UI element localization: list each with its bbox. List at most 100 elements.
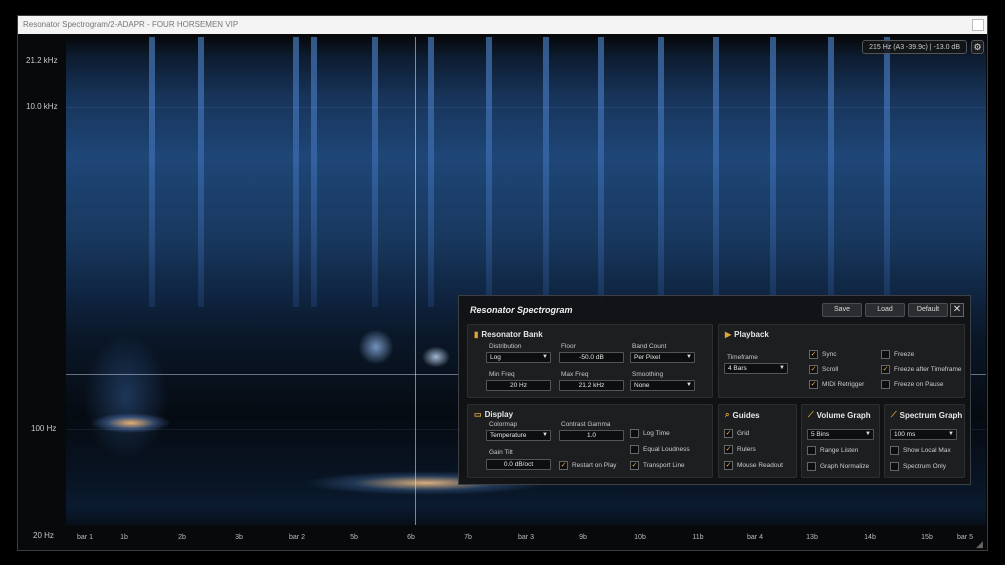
spectrum-only-checkbox[interactable]: Spectrum Only: [890, 461, 946, 471]
x-tick-label: bar 4: [747, 534, 763, 541]
bars-icon: ▮: [474, 330, 479, 339]
onset-streak: [543, 37, 549, 307]
window-close-button[interactable]: [972, 19, 984, 31]
check-icon: ✓: [809, 349, 818, 359]
settings-panel: Resonator Spectrogram Save Load Default …: [458, 295, 971, 485]
colormap-label: Colormap: [489, 421, 518, 428]
y-tick-label: 20 Hz: [33, 531, 54, 540]
x-tick-label: 3b: [235, 534, 243, 541]
graph-icon: ⟋: [891, 410, 897, 419]
chevron-down-icon: ▼: [865, 431, 871, 437]
floor-label: Floor: [561, 343, 576, 350]
distribution-select[interactable]: Log ▼: [486, 352, 551, 363]
onset-streak: [293, 37, 299, 307]
graph-normalize-checkbox[interactable]: Graph Normalize: [807, 461, 869, 471]
check-icon: ✓: [559, 460, 568, 470]
panel-close-button[interactable]: ✕: [950, 303, 964, 317]
x-tick-label: 13b: [806, 534, 818, 541]
resonator-bank-section: ▮ Resonator Bank Distribution Log ▼ Floor …: [467, 324, 713, 398]
chevron-down-icon: ▼: [779, 365, 785, 371]
resize-grip-icon[interactable]: ◢: [976, 539, 986, 549]
onset-streak: [198, 37, 204, 307]
band-count-select[interactable]: Per Pixel ▼: [630, 352, 695, 363]
freeze-on-pause-checkbox[interactable]: Freeze on Pause: [881, 379, 944, 389]
midi-retrigger-checkbox[interactable]: ✓ MIDI Retrigger: [809, 379, 864, 389]
max-freq-label: Max Freq: [561, 371, 589, 378]
graph-icon: ⟋: [808, 410, 814, 419]
x-tick-label: 6b: [407, 534, 415, 541]
onset-streak: [311, 37, 317, 307]
volume-graph-section: ⟋ Volume Graph 5 Bins ▼ Range Listen Graph…: [801, 404, 880, 478]
onset-streak: [149, 37, 155, 307]
grid-line: [66, 107, 986, 108]
gain-tilt-input[interactable]: 0.0 dB/oct: [486, 459, 551, 470]
x-tick-label: 5b: [350, 534, 358, 541]
chevron-down-icon: ▼: [542, 432, 548, 438]
check-icon: ✓: [630, 460, 639, 470]
display-section: ▭ Display Colormap Temperature ▼ Contrast …: [467, 404, 713, 478]
x-tick-label: 15b: [921, 534, 933, 541]
range-listen-checkbox[interactable]: Range Listen: [807, 445, 858, 455]
y-tick-label: 100 Hz: [31, 424, 57, 433]
x-tick-label: 7b: [464, 534, 472, 541]
contrast-gamma-input[interactable]: 1.0: [559, 430, 624, 441]
restart-on-play-checkbox[interactable]: ✓ Restart on Play: [559, 460, 616, 470]
y-tick-label: 10.0 kHz: [26, 102, 58, 111]
spectrum-time-select[interactable]: 100 ms ▼: [890, 429, 957, 440]
save-button[interactable]: Save: [822, 303, 862, 317]
settings-gear-button[interactable]: ⚙: [971, 40, 984, 54]
y-tick-label: 21.2 kHz: [26, 56, 58, 65]
play-icon: ▶: [725, 330, 732, 339]
transport-line: [415, 37, 416, 525]
x-tick-label: 10b: [634, 534, 646, 541]
section-title: ▭ Display: [474, 410, 514, 419]
gear-icon: ⚙: [973, 42, 982, 52]
section-title: ▶ Playback: [725, 330, 769, 339]
log-time-checkbox[interactable]: Log Time: [630, 428, 670, 438]
chevron-down-icon: ▼: [686, 354, 692, 360]
volume-bins-select[interactable]: 5 Bins ▼: [807, 429, 874, 440]
onset-streak: [713, 37, 719, 307]
guides-section: ⌕ Guides ✓ Grid ✓ Rulers ✓ Mouse Readout: [718, 404, 797, 478]
check-icon: ✓: [724, 428, 733, 438]
section-title: ⟋ Volume Graph: [808, 410, 871, 420]
timeframe-label: Timeframe: [727, 354, 758, 361]
min-freq-input[interactable]: 20 Hz: [486, 380, 551, 391]
smoothing-select[interactable]: None ▼: [630, 380, 695, 391]
equal-loudness-checkbox[interactable]: Equal Loudness: [630, 444, 690, 454]
onset-streak: [770, 37, 776, 307]
check-icon: ✓: [724, 460, 733, 470]
check-icon: ✓: [881, 364, 890, 374]
onset-streak: [598, 37, 604, 307]
gain-tilt-label: Gain Tilt: [489, 449, 513, 456]
mouse-readout: 215 Hz (A3 -39.9c) | -13.0 dB: [862, 40, 967, 54]
max-freq-input[interactable]: 21.2 kHz: [559, 380, 624, 391]
transport-line-checkbox[interactable]: ✓ Transport Line: [630, 460, 685, 470]
onset-streak: [658, 37, 664, 307]
window-title: Resonator Spectrogram/2-ADAPR - FOUR HOR…: [23, 20, 239, 29]
search-icon: ⌕: [725, 410, 730, 419]
show-local-max-checkbox[interactable]: Show Local Max: [890, 445, 951, 455]
min-freq-label: Min Freq: [489, 371, 515, 378]
title-bar[interactable]: Resonator Spectrogram/2-ADAPR - FOUR HOR…: [18, 16, 987, 34]
freeze-checkbox[interactable]: Freeze: [881, 349, 914, 359]
smoothing-label: Smoothing: [632, 371, 664, 378]
rulers-checkbox[interactable]: ✓ Rulers: [724, 444, 756, 454]
contrast-gamma-label: Contrast Gamma: [561, 421, 611, 428]
freeze-after-timeframe-checkbox[interactable]: ✓ Freeze after Timeframe: [881, 364, 962, 374]
x-tick-label: bar 5: [957, 534, 973, 541]
chevron-down-icon: ▼: [948, 431, 954, 437]
load-button[interactable]: Load: [865, 303, 905, 317]
onset-streak: [486, 37, 492, 307]
colormap-select[interactable]: Temperature ▼: [486, 430, 551, 441]
x-tick-label: bar 1: [77, 534, 93, 541]
scroll-checkbox[interactable]: ✓ Scroll: [809, 364, 838, 374]
timeframe-select[interactable]: 4 Bars ▼: [724, 363, 788, 374]
x-tick-label: 9b: [579, 534, 587, 541]
mouse-readout-checkbox[interactable]: ✓ Mouse Readout: [724, 460, 783, 470]
sync-checkbox[interactable]: ✓ Sync: [809, 349, 836, 359]
onset-streak: [884, 37, 890, 307]
floor-input[interactable]: -50.0 dB: [559, 352, 624, 363]
default-button[interactable]: Default: [908, 303, 948, 317]
grid-checkbox[interactable]: ✓ Grid: [724, 428, 749, 438]
